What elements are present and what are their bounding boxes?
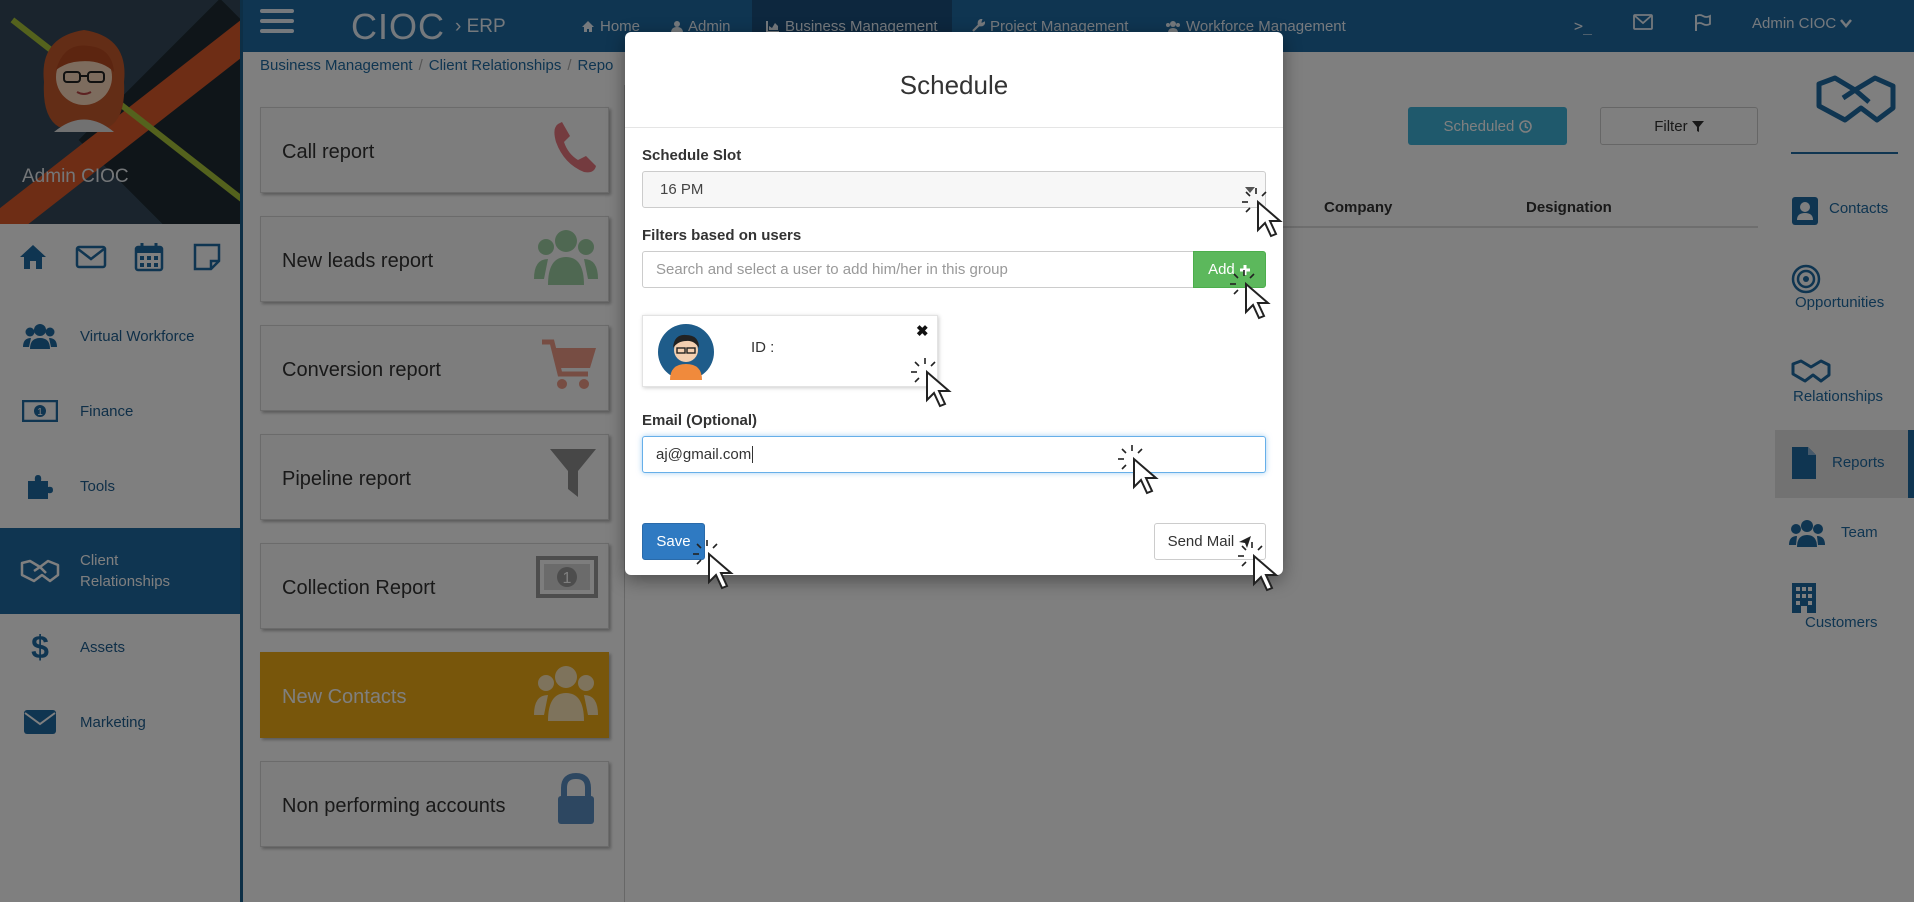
plus-icon — [1239, 264, 1250, 275]
selected-user-card: ID : ✖ — [642, 315, 938, 387]
schedule-slot-label: Schedule Slot — [642, 147, 742, 164]
caret-down-icon — [1245, 187, 1255, 193]
user-search-input[interactable]: Search and select a user to add him/her … — [642, 251, 1194, 288]
user-avatar — [658, 324, 714, 380]
close-icon[interactable]: ✖ — [916, 322, 929, 340]
schedule-modal: Schedule Schedule Slot 16 PM Filters bas… — [625, 32, 1283, 575]
paper-plane-icon — [1239, 535, 1252, 548]
add-user-button[interactable]: Add — [1193, 251, 1266, 288]
divider — [625, 127, 1283, 128]
schedule-slot-select[interactable]: 16 PM — [642, 171, 1266, 208]
modal-title: Schedule — [899, 70, 1009, 100]
save-button[interactable]: Save — [642, 523, 705, 560]
user-id-label: ID : — [751, 339, 775, 356]
filters-label: Filters based on users — [642, 227, 802, 244]
email-label: Email (Optional) — [642, 412, 758, 429]
send-mail-button[interactable]: Send Mail — [1154, 523, 1266, 560]
email-field[interactable]: aj@gmail.com — [642, 436, 1266, 473]
